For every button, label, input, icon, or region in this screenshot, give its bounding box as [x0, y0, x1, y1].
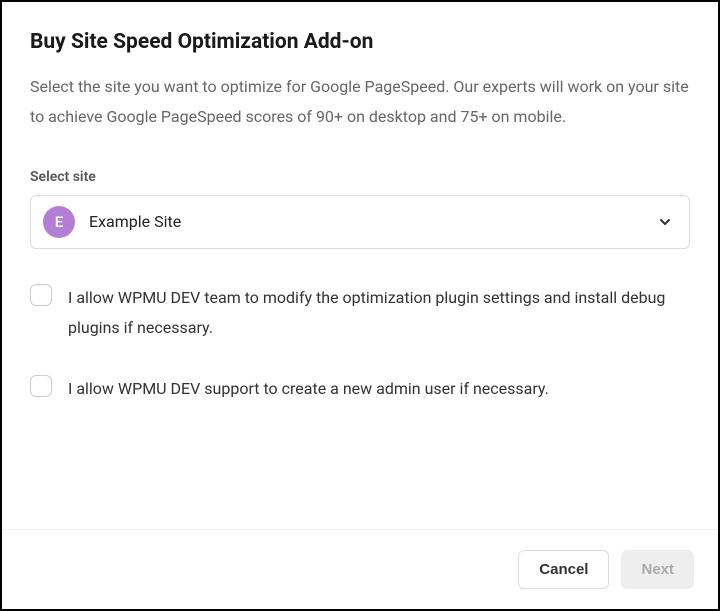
chevron-down-icon: [657, 214, 673, 230]
next-button[interactable]: Next: [621, 550, 694, 589]
site-select-dropdown[interactable]: E Example Site: [30, 195, 690, 249]
cancel-button[interactable]: Cancel: [518, 550, 609, 589]
dialog-title: Buy Site Speed Optimization Add-on: [30, 30, 690, 54]
consent-modify-plugins-row: I allow WPMU DEV team to modify the opti…: [30, 283, 690, 344]
consent-create-admin-label[interactable]: I allow WPMU DEV support to create a new…: [68, 374, 549, 404]
consent-modify-plugins-label[interactable]: I allow WPMU DEV team to modify the opti…: [68, 283, 690, 344]
site-avatar: E: [43, 206, 75, 238]
consent-modify-plugins-checkbox[interactable]: [30, 284, 52, 306]
buy-addon-dialog: Buy Site Speed Optimization Add-on Selec…: [2, 2, 718, 609]
dialog-footer: Cancel Next: [2, 529, 718, 609]
select-site-label: Select site: [30, 169, 690, 185]
dialog-description: Select the site you want to optimize for…: [30, 72, 690, 133]
site-select-value: Example Site: [89, 212, 657, 231]
consent-create-admin-row: I allow WPMU DEV support to create a new…: [30, 374, 690, 404]
dialog-content: Buy Site Speed Optimization Add-on Selec…: [2, 2, 718, 529]
consent-create-admin-checkbox[interactable]: [30, 375, 52, 397]
